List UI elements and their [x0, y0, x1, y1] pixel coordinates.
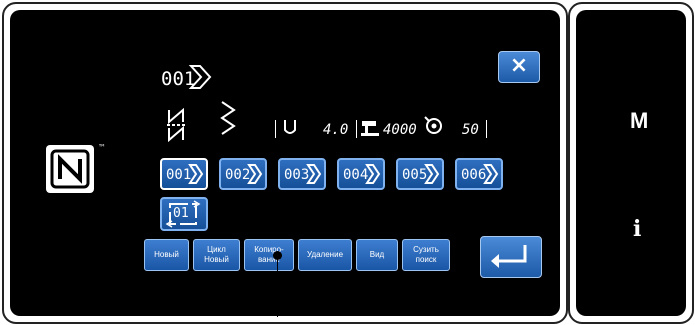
- action-label: Удаление: [306, 250, 344, 259]
- pattern-arrow-icon: [483, 164, 499, 184]
- pattern-button-003[interactable]: 003: [278, 158, 326, 190]
- zigzag-seam-icon: [220, 101, 236, 135]
- copy-button[interactable]: Копиро- вание: [244, 239, 294, 271]
- pattern-button-006[interactable]: 006: [455, 158, 503, 190]
- callout-dot: [273, 251, 282, 260]
- callout-line: [277, 255, 278, 317]
- bobbin-counter-icon: [424, 116, 442, 134]
- param-separator: [356, 120, 357, 138]
- pattern-arrow-icon: [365, 164, 381, 184]
- enter-arrow-icon: [491, 245, 527, 268]
- pattern-button-005[interactable]: 005: [396, 158, 444, 190]
- main-screen: ™ × 001 4.0 4000 50 001 002 003 004 005 …: [10, 10, 560, 316]
- param-separator: [275, 120, 276, 138]
- sewing-speed-icon: [361, 121, 379, 136]
- delete-button[interactable]: Удаление: [298, 239, 352, 271]
- new-cycle-button[interactable]: Цикл Новый: [193, 239, 240, 271]
- action-label-line2: поиск: [415, 255, 437, 264]
- param-separator: [486, 120, 487, 138]
- cycle-pattern-button[interactable]: 01: [160, 197, 208, 231]
- pattern-arrow-icon: [424, 164, 440, 184]
- close-button[interactable]: ×: [498, 51, 540, 83]
- main-panel-frame: ™ × 001 4.0 4000 50 001 002 003 004 005 …: [2, 2, 568, 324]
- action-label: Вид: [369, 250, 385, 259]
- view-button[interactable]: Вид: [356, 239, 398, 271]
- presser-foot-icon: [284, 120, 296, 134]
- action-label: Новый: [154, 250, 179, 259]
- enter-button[interactable]: [480, 236, 542, 278]
- pattern-button-004[interactable]: 004: [337, 158, 385, 190]
- sewing-speed-value: 4000: [383, 122, 417, 138]
- action-label: Цикл: [207, 245, 226, 254]
- side-screen: M i: [576, 10, 686, 316]
- action-label: Копиро-: [254, 245, 284, 254]
- nfc-trademark: ™: [98, 143, 106, 152]
- action-label-line2: Новый: [204, 255, 229, 264]
- pattern-arrow-icon: [188, 164, 204, 184]
- new-button[interactable]: Новый: [144, 239, 189, 271]
- side-panel-frame: M i: [568, 2, 694, 324]
- thread-tension-value: 4.0: [323, 122, 349, 138]
- pattern-arrow-icon: [188, 65, 212, 89]
- pattern-arrow-icon: [247, 164, 263, 184]
- mode-button[interactable]: M: [630, 108, 648, 134]
- pattern-arrow-icon: [306, 164, 322, 184]
- cycle-pattern-label: 01: [173, 206, 189, 221]
- bartack-seam-icon: [167, 108, 185, 142]
- narrow-search-button[interactable]: Сузить поиск: [402, 239, 450, 271]
- info-button[interactable]: i: [633, 216, 641, 242]
- action-label-line2: вание: [258, 255, 280, 264]
- action-label: Сузить: [413, 245, 439, 254]
- nfc-logo-icon: [46, 145, 94, 193]
- pattern-button-002[interactable]: 002: [219, 158, 267, 190]
- counter-value: 50: [462, 122, 479, 138]
- pattern-button-001[interactable]: 001: [160, 158, 208, 190]
